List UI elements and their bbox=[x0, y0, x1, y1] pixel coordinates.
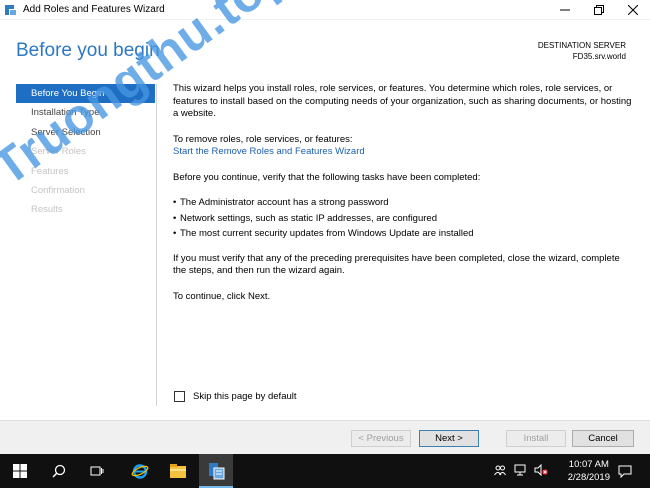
prerequisites-list: The Administrator account has a strong p… bbox=[173, 197, 635, 241]
list-item: The most current security updates from W… bbox=[173, 228, 635, 241]
wizard-app-icon bbox=[4, 3, 18, 17]
cancel-button[interactable]: Cancel bbox=[572, 430, 634, 447]
windows-start-icon[interactable] bbox=[0, 454, 40, 488]
destination-server: DESTINATION SERVER FD35.srv.world bbox=[538, 40, 626, 62]
wizard-footer: < Previous Next > Install Cancel bbox=[0, 420, 650, 454]
file-explorer-icon[interactable] bbox=[161, 454, 195, 488]
maximize-icon[interactable] bbox=[582, 0, 616, 20]
list-item: Network settings, such as static IP addr… bbox=[173, 213, 635, 226]
wizard-body: This wizard helps you install roles, rol… bbox=[173, 83, 635, 316]
wizard-nav: Before You Begin Installation Type Serve… bbox=[16, 84, 155, 220]
nav-item-before-you-begin[interactable]: Before You Begin bbox=[16, 84, 155, 104]
taskbar-clock[interactable]: 10:07 AM 2/28/2019 bbox=[568, 458, 610, 484]
skip-page-label[interactable]: Skip this page by default bbox=[193, 391, 297, 402]
install-button[interactable]: Install bbox=[506, 430, 566, 447]
skip-page-checkbox[interactable] bbox=[174, 391, 185, 402]
remove-roles-link[interactable]: Start the Remove Roles and Features Wiza… bbox=[173, 146, 365, 157]
destination-server-value: FD35.srv.world bbox=[572, 52, 626, 61]
server-manager-icon[interactable] bbox=[199, 454, 233, 488]
remove-heading: To remove roles, role services, or featu… bbox=[173, 133, 353, 145]
intro-text: This wizard helps you install roles, rol… bbox=[173, 83, 632, 119]
task-view-icon[interactable] bbox=[80, 454, 114, 488]
internet-explorer-icon[interactable] bbox=[123, 454, 157, 488]
volume-muted-icon[interactable] bbox=[534, 463, 548, 479]
destination-server-label: DESTINATION SERVER bbox=[537, 41, 626, 50]
nav-item-installation-type[interactable]: Installation Type bbox=[16, 103, 155, 122]
nav-item-server-roles: Server Roles bbox=[31, 146, 86, 158]
wizard-header: Before you begin DESTINATION SERVER FD35… bbox=[0, 20, 650, 80]
search-icon[interactable] bbox=[42, 454, 76, 488]
minimize-icon[interactable] bbox=[548, 0, 582, 20]
clock-time: 10:07 AM bbox=[568, 459, 609, 470]
nav-item-server-selection[interactable]: Server Selection bbox=[16, 123, 155, 142]
continue-text: To continue, click Next. bbox=[173, 290, 271, 302]
nav-item-features: Features bbox=[31, 165, 69, 177]
notifications-icon[interactable] bbox=[610, 454, 640, 488]
nav-item-results: Results bbox=[31, 204, 63, 216]
taskbar: 10:07 AM 2/28/2019 bbox=[0, 454, 650, 488]
skip-page-option[interactable]: Skip this page by default bbox=[174, 391, 297, 402]
nav-item-confirmation: Confirmation bbox=[31, 184, 85, 196]
nav-divider bbox=[156, 84, 157, 406]
page-title: Before you begin bbox=[16, 40, 160, 61]
wizard-content: Before You Begin Installation Type Serve… bbox=[0, 80, 650, 420]
clock-date: 2/28/2019 bbox=[567, 472, 610, 483]
close-icon[interactable] bbox=[616, 0, 650, 20]
prereq-text: If you must verify that any of the prece… bbox=[173, 252, 620, 277]
network-icon[interactable] bbox=[514, 464, 526, 479]
verify-text: Before you continue, verify that the fol… bbox=[173, 171, 481, 183]
window-title: Add Roles and Features Wizard bbox=[23, 4, 165, 15]
previous-button[interactable]: < Previous bbox=[351, 430, 411, 447]
people-icon[interactable] bbox=[494, 464, 506, 479]
window-title-bar: Add Roles and Features Wizard bbox=[0, 0, 650, 20]
window-controls bbox=[548, 0, 650, 20]
system-tray bbox=[494, 463, 548, 479]
list-item: The Administrator account has a strong p… bbox=[173, 197, 635, 210]
next-button[interactable]: Next > bbox=[419, 430, 479, 447]
